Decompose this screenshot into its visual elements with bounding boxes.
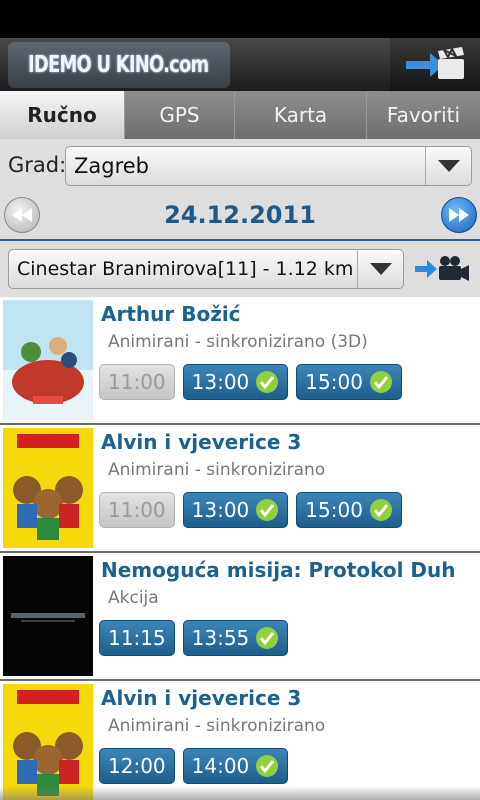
showtime-button[interactable]: 13:00 [182, 364, 289, 400]
list-item[interactable]: Nemoguća misija: Protokol Duh Akcija 11:… [0, 553, 480, 681]
date-navigator: 24.12.2011 [0, 193, 480, 239]
movie-poster [3, 428, 93, 548]
showtimes: 11:00 13:00 15:00 [99, 364, 402, 400]
tab-rucno[interactable]: Ručno [0, 91, 124, 139]
movie-title: Arthur Božić [101, 302, 241, 326]
fast-forward-icon [449, 208, 469, 222]
chevron-down-icon [425, 147, 471, 185]
tab-karta[interactable]: Karta [234, 91, 366, 139]
cinema-select-value: Cinestar Branimirova[11] - 1.12 km [17, 258, 354, 280]
showtimes: 12:00 14:00 [99, 748, 289, 784]
movie-title: Alvin i vjeverice 3 [101, 430, 302, 454]
showtime-button[interactable]: 13:55 [182, 620, 289, 656]
movie-genre: Animirani - sinkronizirano [108, 716, 326, 736]
list-item[interactable]: Alvin i vjeverice 3 Animirani - sinkroni… [0, 425, 480, 553]
current-date: 24.12.2011 [164, 201, 316, 229]
showtime-button[interactable]: 11:00 [99, 492, 175, 528]
showtime-button[interactable]: 14:00 [182, 748, 289, 784]
tab-favoriti[interactable]: Favoriti [366, 91, 480, 139]
tab-gps[interactable]: GPS [124, 91, 234, 139]
movie-list: Arthur Božić Animirani - sinkronizirano … [0, 297, 480, 800]
divider [0, 239, 480, 241]
movie-poster [3, 684, 93, 800]
chevron-down-icon [357, 250, 403, 288]
next-day-button[interactable] [441, 197, 477, 233]
check-icon [256, 627, 279, 649]
filter-panel: Grad: Zagreb 24.12.2011 Cinestar Branimi… [0, 139, 480, 297]
showtime-button[interactable]: 15:00 [296, 364, 402, 400]
cinema-row: Cinestar Branimirova[11] - 1.12 km [0, 245, 480, 293]
movie-genre: Animirani - sinkronizirano (3D) [108, 332, 368, 352]
check-icon [369, 371, 392, 393]
city-label: Grad: [8, 153, 67, 177]
app-header: IDEMO U KINO.com [0, 38, 480, 91]
logo-text: IDEMO U KINO.com [28, 52, 209, 78]
city-select[interactable]: Zagreb [65, 146, 472, 186]
movie-title: Alvin i vjeverice 3 [101, 686, 302, 710]
scroll-fade [0, 786, 480, 800]
cinema-select[interactable]: Cinestar Branimirova[11] - 1.12 km [8, 249, 404, 289]
movie-genre: Akcija [108, 588, 159, 608]
check-icon [369, 499, 392, 521]
movie-poster [3, 300, 93, 420]
showtime-button[interactable]: 13:00 [182, 492, 289, 528]
check-icon [256, 371, 279, 393]
app-logo: IDEMO U KINO.com [8, 42, 230, 88]
list-item[interactable]: Alvin i vjeverice 3 Animirani - sinkroni… [0, 681, 480, 800]
check-icon [256, 499, 279, 521]
video-camera-arrow-icon [415, 256, 469, 281]
showtime-button[interactable]: 11:00 [99, 364, 175, 400]
city-select-value: Zagreb [74, 154, 150, 178]
status-bar [0, 0, 480, 38]
movie-genre: Animirani - sinkronizirano [108, 460, 326, 480]
tab-bar: Ručno GPS Karta Favoriti [0, 91, 480, 139]
list-item[interactable]: Arthur Božić Animirani - sinkronizirano … [0, 297, 480, 425]
film-clapper-arrow-icon [406, 46, 464, 79]
showtimes: 11:00 13:00 15:00 [99, 492, 402, 528]
showtimes: 11:15 13:55 [99, 620, 289, 656]
cinema-info-button[interactable] [412, 249, 472, 289]
header-action-button[interactable] [390, 38, 480, 91]
showtime-button[interactable]: 12:00 [99, 748, 175, 784]
check-icon [256, 755, 279, 777]
movie-poster [3, 556, 93, 676]
showtime-button[interactable]: 15:00 [296, 492, 402, 528]
showtime-button[interactable]: 11:15 [99, 620, 175, 656]
movie-title: Nemoguća misija: Protokol Duh [101, 558, 456, 582]
